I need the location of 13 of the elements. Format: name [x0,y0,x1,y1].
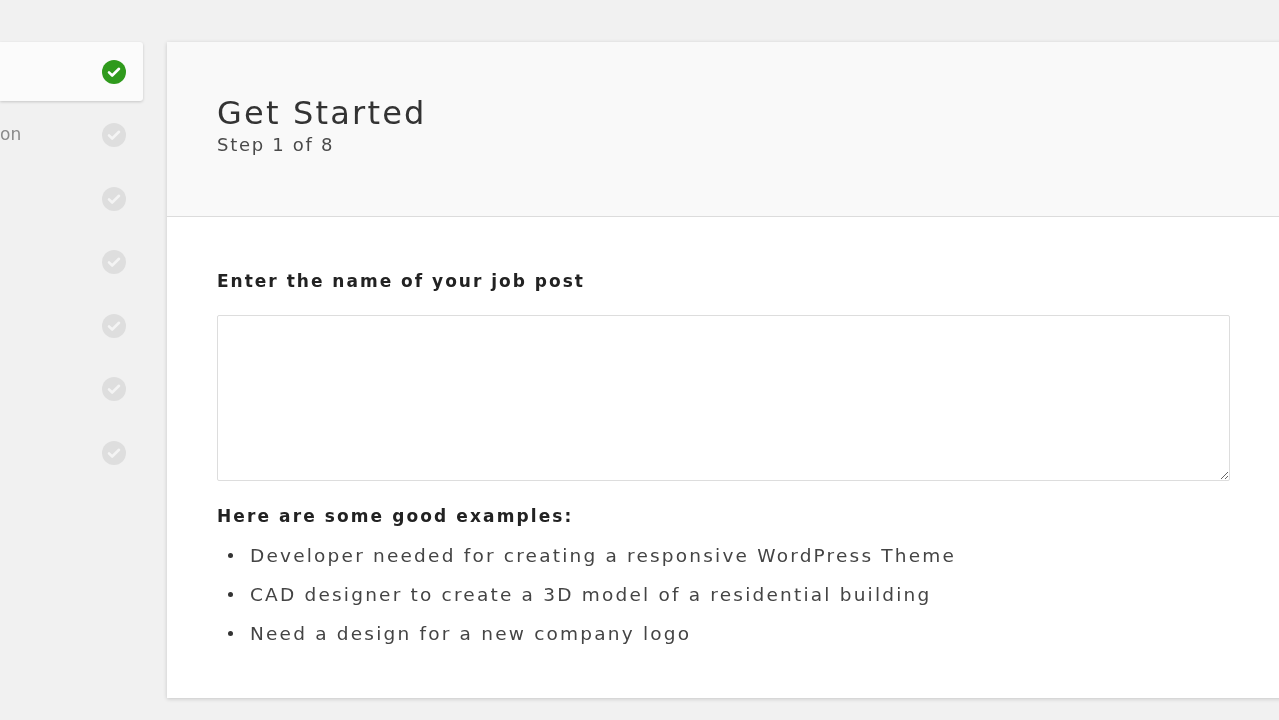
bullet-icon [228,553,233,558]
example-text: Need a design for a new company logo [250,621,692,646]
sidebar-item[interactable] [0,42,143,101]
examples-heading: Here are some good examples: [217,505,574,528]
example-text: Developer needed for creating a responsive WordPress Theme [250,543,957,568]
field-label: Enter the name of your job post [217,270,585,293]
example-text: CAD designer to create a 3D model of a residential building [250,582,932,607]
sidebar-item[interactable]: on [0,105,143,165]
page-title: Get Started [217,94,427,132]
bullet-icon [228,592,233,597]
step-counter: Step 1 of 8 [217,133,335,157]
bullet-icon [228,631,233,636]
job-title-field[interactable] [217,315,1230,481]
